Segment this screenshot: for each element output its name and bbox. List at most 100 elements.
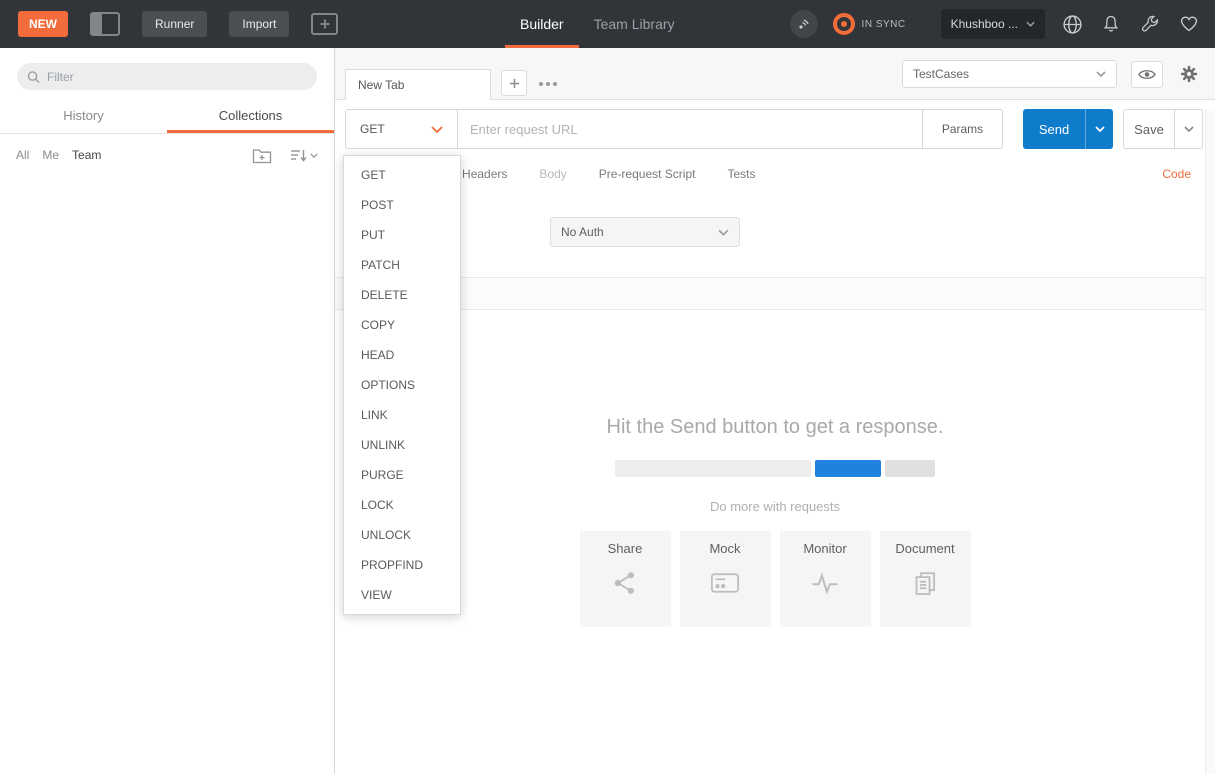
feature-cards: Share Mock Monitor Document [335,531,1215,627]
sync-label: IN SYNC [861,18,906,30]
header-nav: Builder Team Library [505,0,690,48]
chevron-down-icon [431,125,443,133]
environment-value: TestCases [913,67,970,81]
do-more-text: Do more with requests [709,499,841,514]
header-right: IN SYNC Khushboo ... [789,0,1215,48]
main-pane: New Tab TestCases GET Enter request URL … [335,48,1215,774]
document-tabstrip: New Tab TestCases [335,48,1215,100]
tab-body[interactable]: Body [539,167,566,181]
user-menu[interactable]: Khushboo ... [940,9,1045,39]
method-dropdown-menu: GET POST PUT PATCH DELETE COPY HEAD OPTI… [343,155,461,615]
method-option-unlock[interactable]: UNLOCK [344,520,460,550]
chevron-down-icon [1096,71,1106,77]
eye-icon [1138,69,1156,79]
gear-icon [1180,65,1198,83]
scope-team[interactable]: Team [72,148,101,162]
settings-wrench-button[interactable] [1138,12,1162,36]
wrench-icon [1141,15,1158,31]
method-option-options[interactable]: OPTIONS [344,370,460,400]
save-options-button[interactable] [1174,110,1202,148]
sidebar-toggle-button[interactable] [90,12,120,36]
send-split-button: Send [1023,109,1113,149]
params-button[interactable]: Params [923,109,1003,149]
method-option-delete[interactable]: DELETE [344,280,460,310]
method-option-link[interactable]: LINK [344,400,460,430]
method-option-head[interactable]: HEAD [344,340,460,370]
skeleton-bar [615,460,811,477]
sync-globe-button[interactable] [1060,12,1084,36]
add-tab-button[interactable] [501,70,527,96]
runner-button[interactable]: Runner [142,11,208,37]
response-section-divider[interactable] [335,277,1215,310]
card-document[interactable]: Document [879,531,971,627]
method-option-copy[interactable]: COPY [344,310,460,340]
scrollbar-track[interactable] [1205,109,1215,774]
method-option-purge[interactable]: PURGE [344,460,460,490]
request-builder-row: GET Params Send Save [345,109,1203,149]
new-window-button[interactable] [311,13,339,35]
tab-history[interactable]: History [0,98,167,133]
tab-team-library[interactable]: Team Library [579,0,690,48]
request-tab-new[interactable]: New Tab [345,69,491,100]
method-value: GET [360,122,385,136]
method-option-unlink[interactable]: UNLINK [344,430,460,460]
method-option-put[interactable]: PUT [344,220,460,250]
favorites-button[interactable] [1177,12,1201,36]
tab-tests[interactable]: Tests [727,167,755,181]
send-button[interactable]: Send [1023,109,1085,149]
method-option-post[interactable]: POST [344,190,460,220]
save-split-button: Save [1123,109,1203,149]
collection-scope-row: All Me Team [0,134,334,176]
card-share[interactable]: Share [579,531,671,627]
method-option-propfind[interactable]: PROPFIND [344,550,460,580]
method-option-patch[interactable]: PATCH [344,250,460,280]
auth-type-value: No Auth [561,225,604,239]
method-option-get[interactable]: GET [344,160,460,190]
environment-settings-button[interactable] [1177,62,1201,86]
environment-preview-button[interactable] [1131,60,1163,88]
method-option-view[interactable]: VIEW [344,580,460,610]
new-window-icon [311,13,339,35]
tab-headers[interactable]: Headers [462,167,507,181]
filter-input[interactable] [47,69,307,84]
search-icon [27,70,40,83]
app-root: NEW Runner Import Builder Team Library I… [0,0,1215,774]
chevron-down-icon [1183,126,1194,132]
method-select[interactable]: GET [345,109,458,149]
monitor-pulse-icon [810,570,840,596]
environment-select[interactable]: TestCases [902,60,1117,88]
chevron-down-icon [718,229,729,236]
document-icon [912,570,938,596]
tab-options-button[interactable] [535,76,561,92]
card-mock[interactable]: Mock [679,531,771,627]
send-options-button[interactable] [1085,109,1113,149]
card-monitor[interactable]: Monitor [779,531,871,627]
sort-desc-icon [291,149,307,162]
tab-pre-request-script[interactable]: Pre-request Script [599,167,696,181]
url-input[interactable] [458,109,923,149]
scope-me[interactable]: Me [42,148,59,162]
sort-control[interactable] [290,148,318,163]
code-link[interactable]: Code [1162,167,1191,181]
scope-actions [252,147,318,164]
sidebar: History Collections All Me Team [0,48,335,774]
auth-type-select[interactable]: No Auth [550,217,740,247]
sync-orb-icon[interactable] [832,13,855,35]
tab-collections[interactable]: Collections [167,98,334,133]
interceptor-button[interactable] [789,10,818,38]
chevron-down-icon [1094,126,1105,132]
new-button[interactable]: NEW [18,11,68,37]
method-option-lock[interactable]: LOCK [344,490,460,520]
notifications-button[interactable] [1099,12,1123,36]
new-folder-icon[interactable] [252,147,272,164]
bell-icon [1103,15,1119,32]
satellite-icon [798,19,809,29]
import-button[interactable]: Import [229,11,290,37]
tab-builder[interactable]: Builder [505,0,579,48]
scope-all[interactable]: All [16,148,29,162]
chevron-down-icon [310,152,318,158]
sidebar-tabs: History Collections [0,98,334,134]
auth-section: No Auth [550,217,1215,247]
response-empty-state: Hit the Send button to get a response. D… [335,416,1215,627]
save-button[interactable]: Save [1124,110,1174,148]
